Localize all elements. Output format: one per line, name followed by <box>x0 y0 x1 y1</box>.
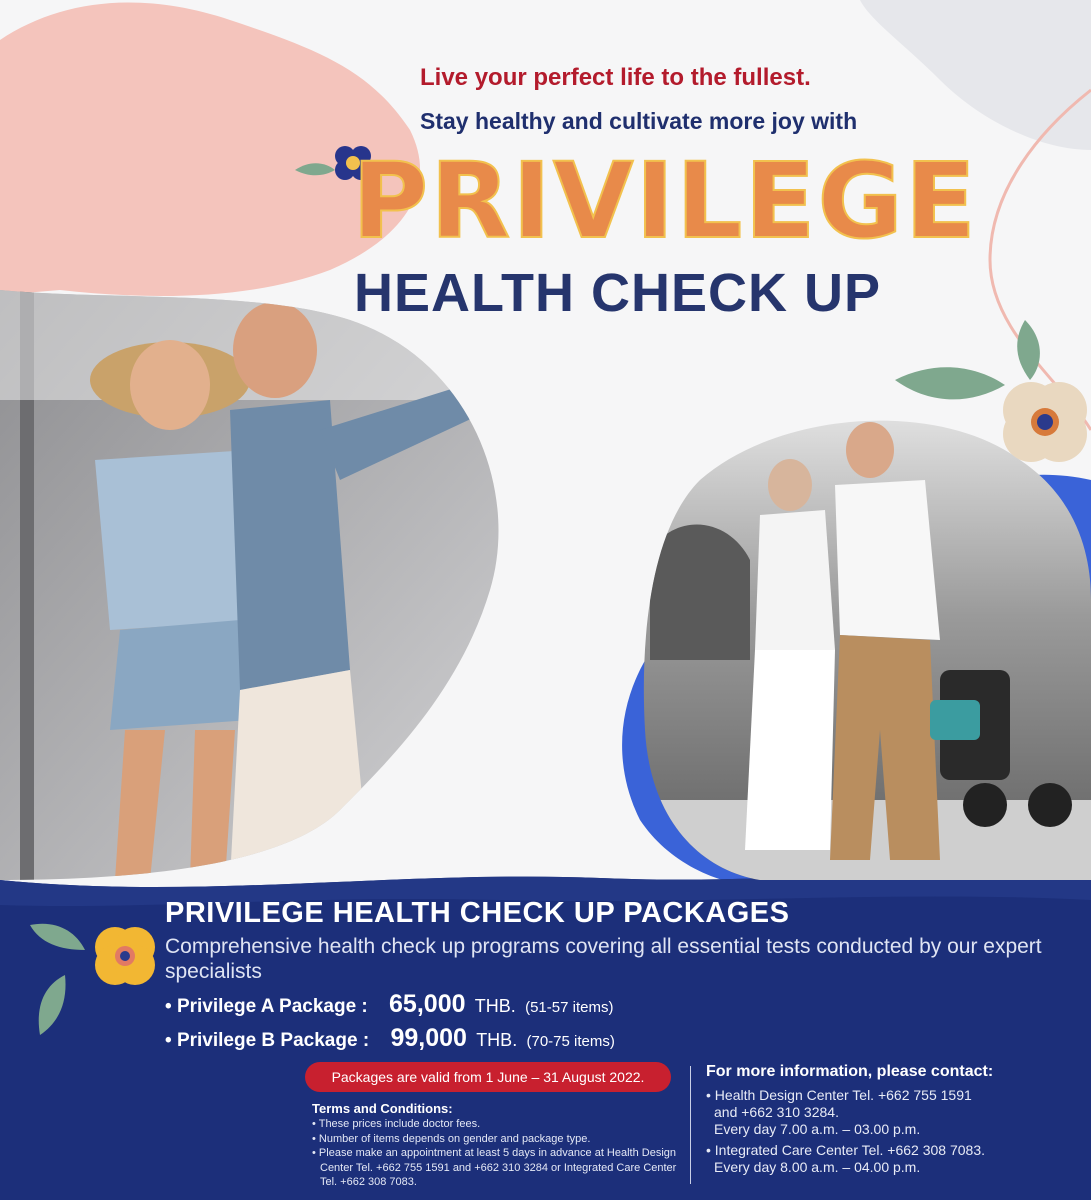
terms-heading: Terms and Conditions: <box>312 1101 453 1116</box>
terms-item: • These prices include doctor fees. <box>312 1118 481 1130</box>
contact-line: Every day 7.00 a.m. – 03.00 p.m. <box>714 1121 921 1137</box>
flower-icon <box>30 923 155 1035</box>
contact-list: • Health Design Center Tel. +662 755 159… <box>706 1087 1086 1180</box>
bullet-icon: • <box>165 996 172 1017</box>
contact-line: • Health Design Center Tel. +662 755 159… <box>706 1087 972 1103</box>
terms-list: • These prices include doctor fees. • Nu… <box>312 1117 692 1190</box>
package-item-count: (70-75 items) <box>526 1033 615 1050</box>
package-label: Privilege B Package : <box>176 1030 370 1051</box>
package-currency: THB. <box>474 996 516 1016</box>
package-price: 65,000 <box>389 990 466 1018</box>
contact-entry: • Integrated Care Center Tel. +662 308 7… <box>706 1142 1086 1176</box>
contact-line: Every day 8.00 a.m. – 04.00 p.m. <box>714 1159 921 1175</box>
package-label: Privilege A Package : <box>176 996 368 1017</box>
packages-heading: PRIVILEGE HEALTH CHECK UP PACKAGES <box>165 897 790 929</box>
validity-badge: Packages are valid from 1 June – 31 Augu… <box>305 1062 671 1092</box>
couple-photo <box>0 290 499 880</box>
contact-line: and +662 310 3284. <box>714 1104 839 1120</box>
package-price: 99,000 <box>390 1024 467 1052</box>
tagline-secondary: Stay healthy and cultivate more joy with <box>420 108 858 134</box>
tagline-primary: Live your perfect life to the fullest. <box>420 64 811 91</box>
poster: Live your perfect life to the fullest. S… <box>0 0 1091 1200</box>
terms-item: • Number of items depends on gender and … <box>312 1132 591 1145</box>
package-b-line: • Privilege B Package : 99,000 THB. (70-… <box>165 1024 615 1053</box>
grey-blob <box>860 0 1091 150</box>
package-item-count: (51-57 items) <box>525 999 614 1016</box>
packages-description: Comprehensive health check up programs c… <box>165 935 1042 983</box>
package-currency: THB. <box>476 1030 518 1050</box>
contact-heading: For more information, please contact: <box>706 1063 994 1080</box>
contact-line: • Integrated Care Center Tel. +662 308 7… <box>706 1142 986 1158</box>
flower-icon <box>895 320 1087 462</box>
brand-wordmark: PRIVILEGE <box>351 139 978 263</box>
contact-entry: • Health Design Center Tel. +662 755 159… <box>706 1087 1086 1138</box>
terms-item: • Please make an appointment at least 5 … <box>312 1147 677 1188</box>
bullet-icon: • <box>165 1030 172 1051</box>
package-a-line: • Privilege A Package : 65,000 THB. (51-… <box>165 990 613 1019</box>
page-title: HEALTH CHECK UP <box>354 263 881 323</box>
section-divider <box>690 1066 691 1184</box>
